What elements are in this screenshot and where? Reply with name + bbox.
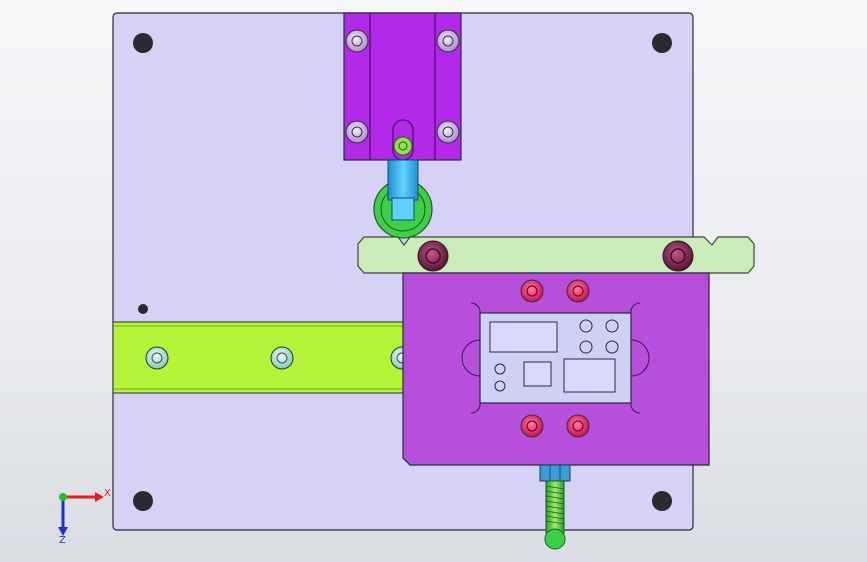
mounting-hole [652, 33, 672, 53]
slider-bolt [662, 240, 694, 272]
rail-bolt [270, 346, 294, 370]
fixture-bolt [566, 279, 590, 303]
x-axis-arrow [95, 492, 104, 502]
cylinder-bolt [345, 120, 369, 144]
workpiece[interactable] [479, 312, 632, 404]
small-hole [138, 304, 148, 314]
rail-bolt [145, 346, 169, 370]
workpiece-slot [563, 358, 616, 393]
fixture-bolt [566, 414, 590, 438]
cylinder-bolt [345, 29, 369, 53]
slider-bar[interactable] [357, 236, 755, 274]
cylinder-bolt [436, 120, 460, 144]
slider-bolt [417, 240, 449, 272]
workpiece-slot [523, 361, 552, 387]
z-axis-label: Z [59, 535, 66, 546]
cylinder-bolt [436, 29, 460, 53]
mounting-hole [133, 491, 153, 511]
rail[interactable] [112, 321, 414, 394]
rod-end-screw [393, 136, 413, 156]
axis-triad: X Z [58, 488, 111, 546]
piston-rod[interactable] [387, 159, 419, 221]
mounting-hole [133, 33, 153, 53]
fixture-bolt [520, 279, 544, 303]
axis-origin [59, 493, 67, 501]
cylinder-block[interactable] [343, 12, 462, 161]
fixture-bolt [520, 414, 544, 438]
mounting-hole [652, 491, 672, 511]
cad-viewport[interactable]: X Z [0, 0, 867, 562]
workpiece-slot [489, 321, 558, 353]
x-axis-label: X [104, 488, 111, 499]
